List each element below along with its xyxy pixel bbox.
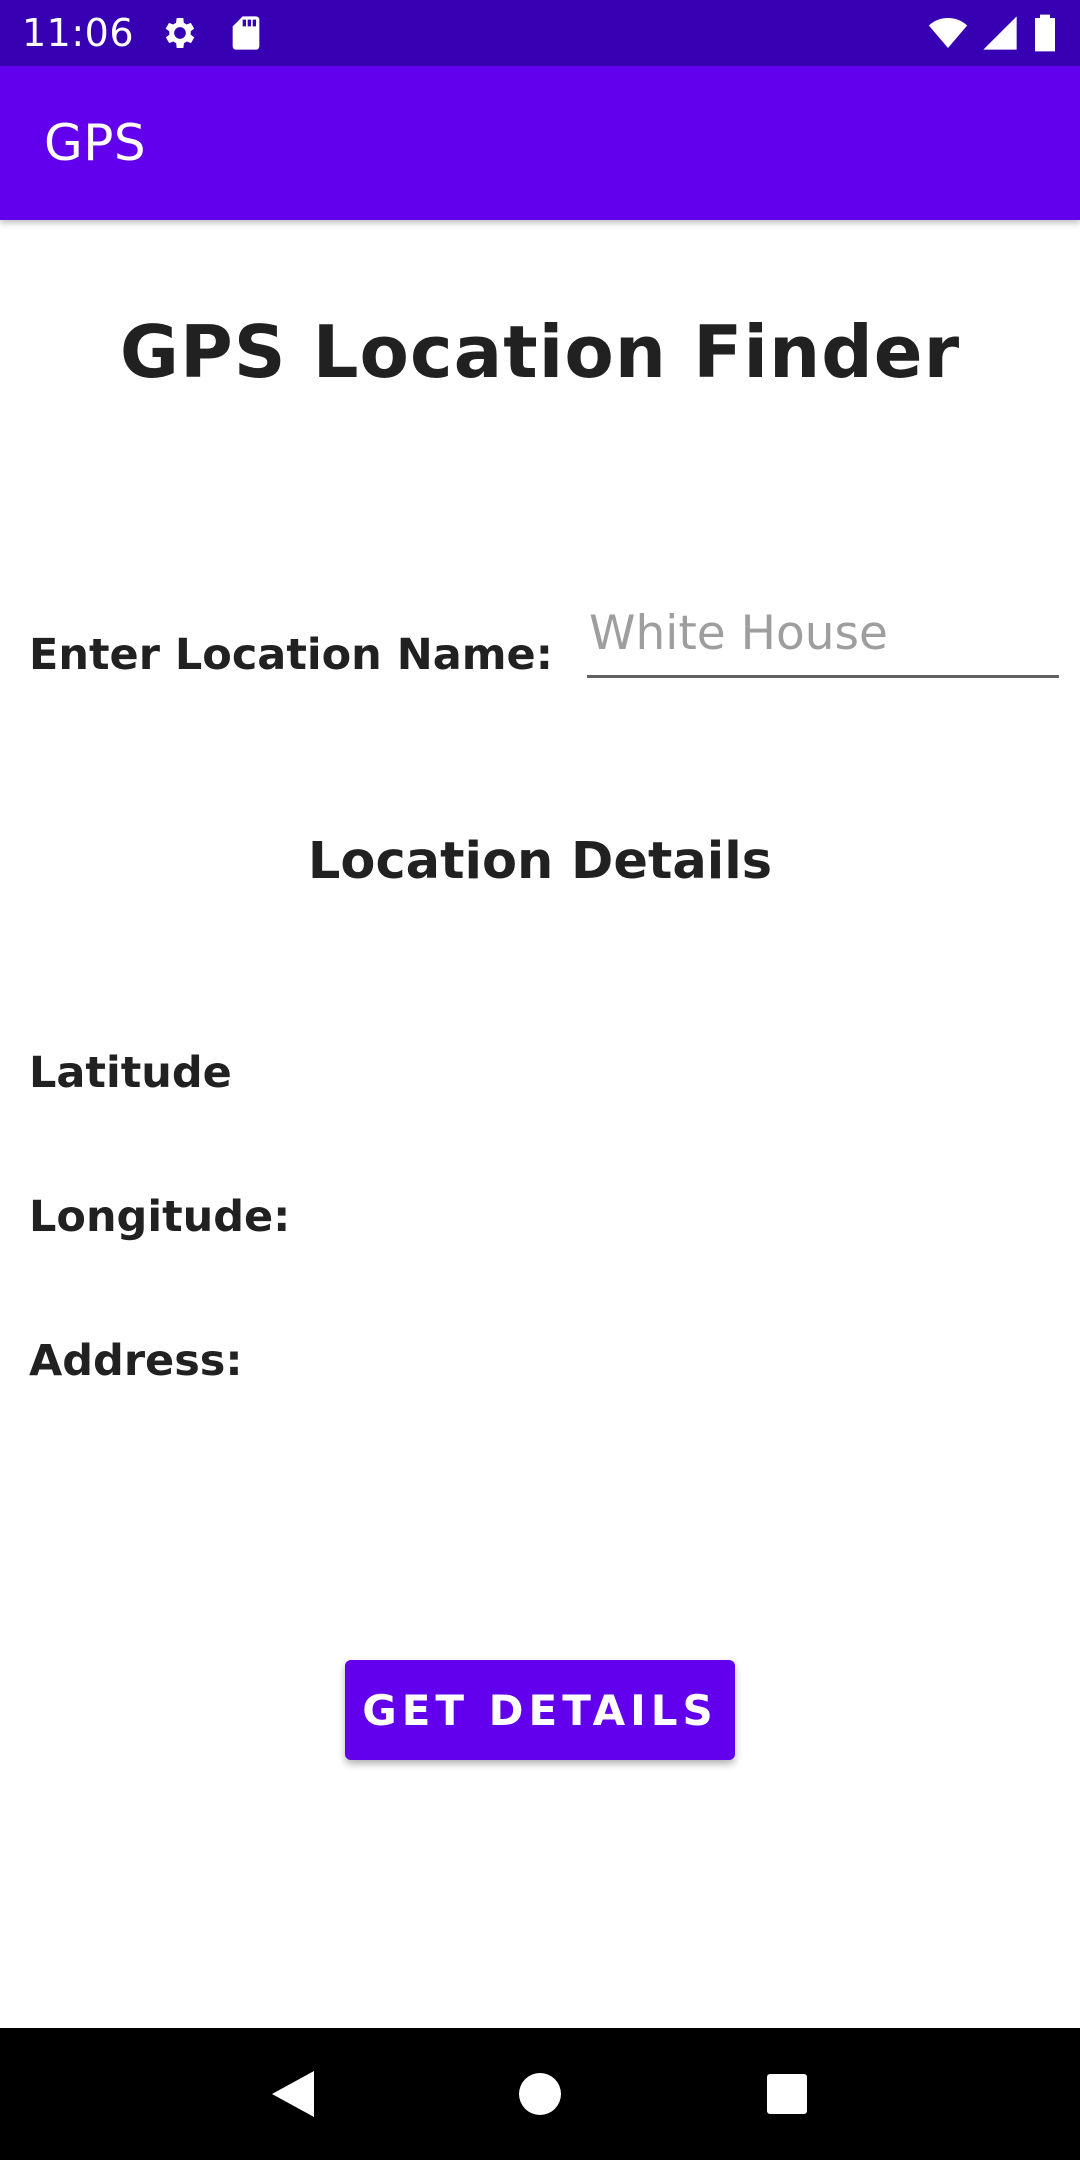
- status-left: 11:06: [22, 11, 266, 55]
- back-icon[interactable]: [263, 2064, 323, 2124]
- wifi-icon: [928, 13, 968, 53]
- app-bar: GPS: [0, 66, 1080, 220]
- battery-icon: [1032, 13, 1058, 53]
- sd-card-icon: [226, 13, 266, 53]
- status-bar: 11:06: [0, 0, 1080, 66]
- signal-icon: [980, 13, 1020, 53]
- longitude-label: Longitude:: [29, 1192, 291, 1242]
- settings-icon: [160, 13, 200, 53]
- location-name-input[interactable]: [587, 600, 1059, 678]
- get-details-button[interactable]: GET DETAILS: [345, 1660, 735, 1760]
- app-title: GPS: [44, 114, 147, 172]
- latitude-label: Latitude: [29, 1048, 232, 1098]
- location-name-label: Enter Location Name:: [29, 630, 553, 680]
- location-details-heading: Location Details: [307, 832, 773, 891]
- address-label: Address:: [29, 1336, 243, 1386]
- screen: 11:06 GPS GPS Location Finder Enter Loca…: [0, 0, 1080, 2160]
- home-icon[interactable]: [510, 2064, 570, 2124]
- recents-icon[interactable]: [757, 2064, 817, 2124]
- navigation-bar: [0, 2028, 1080, 2160]
- status-right: [928, 13, 1058, 53]
- status-time: 11:06: [22, 11, 135, 55]
- page-title: GPS Location Finder: [119, 310, 961, 394]
